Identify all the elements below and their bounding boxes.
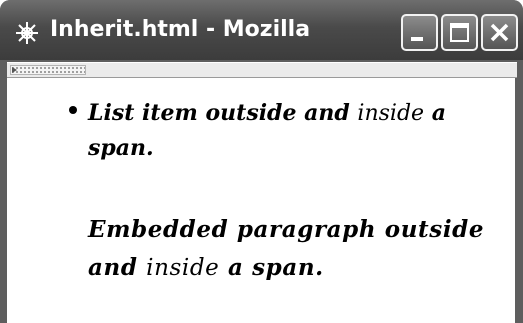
paragraph-tail-text: a span. — [228, 254, 324, 281]
title-bar[interactable]: Inherit.html - Mozilla — [0, 0, 523, 60]
close-icon — [490, 23, 509, 42]
close-button[interactable] — [481, 14, 518, 51]
list-item-inside-span: inside — [357, 101, 425, 126]
maximize-button[interactable] — [441, 14, 478, 51]
embedded-paragraph: Embedded paragraph outside and inside a … — [88, 211, 513, 287]
mozilla-app-icon[interactable] — [14, 20, 40, 46]
page-content[interactable]: List item outside and inside a span. Emb… — [7, 78, 515, 323]
bullet-icon — [69, 106, 77, 114]
list-item-text: List item outside and inside a span. — [88, 96, 483, 165]
toolbar-grip-icon[interactable] — [10, 65, 86, 75]
minimize-icon — [411, 37, 423, 41]
expand-arrow-icon — [12, 67, 17, 73]
collapsed-toolbar — [7, 62, 517, 78]
list-item-outside-text: List item outside and — [88, 100, 350, 126]
browser-window: Inherit.html - Mozilla List item outside… — [0, 0, 523, 323]
paragraph-inside-span: inside — [146, 255, 220, 281]
maximize-icon — [450, 23, 469, 42]
minimize-button[interactable] — [401, 14, 438, 51]
window-title: Inherit.html - Mozilla — [50, 17, 311, 42]
